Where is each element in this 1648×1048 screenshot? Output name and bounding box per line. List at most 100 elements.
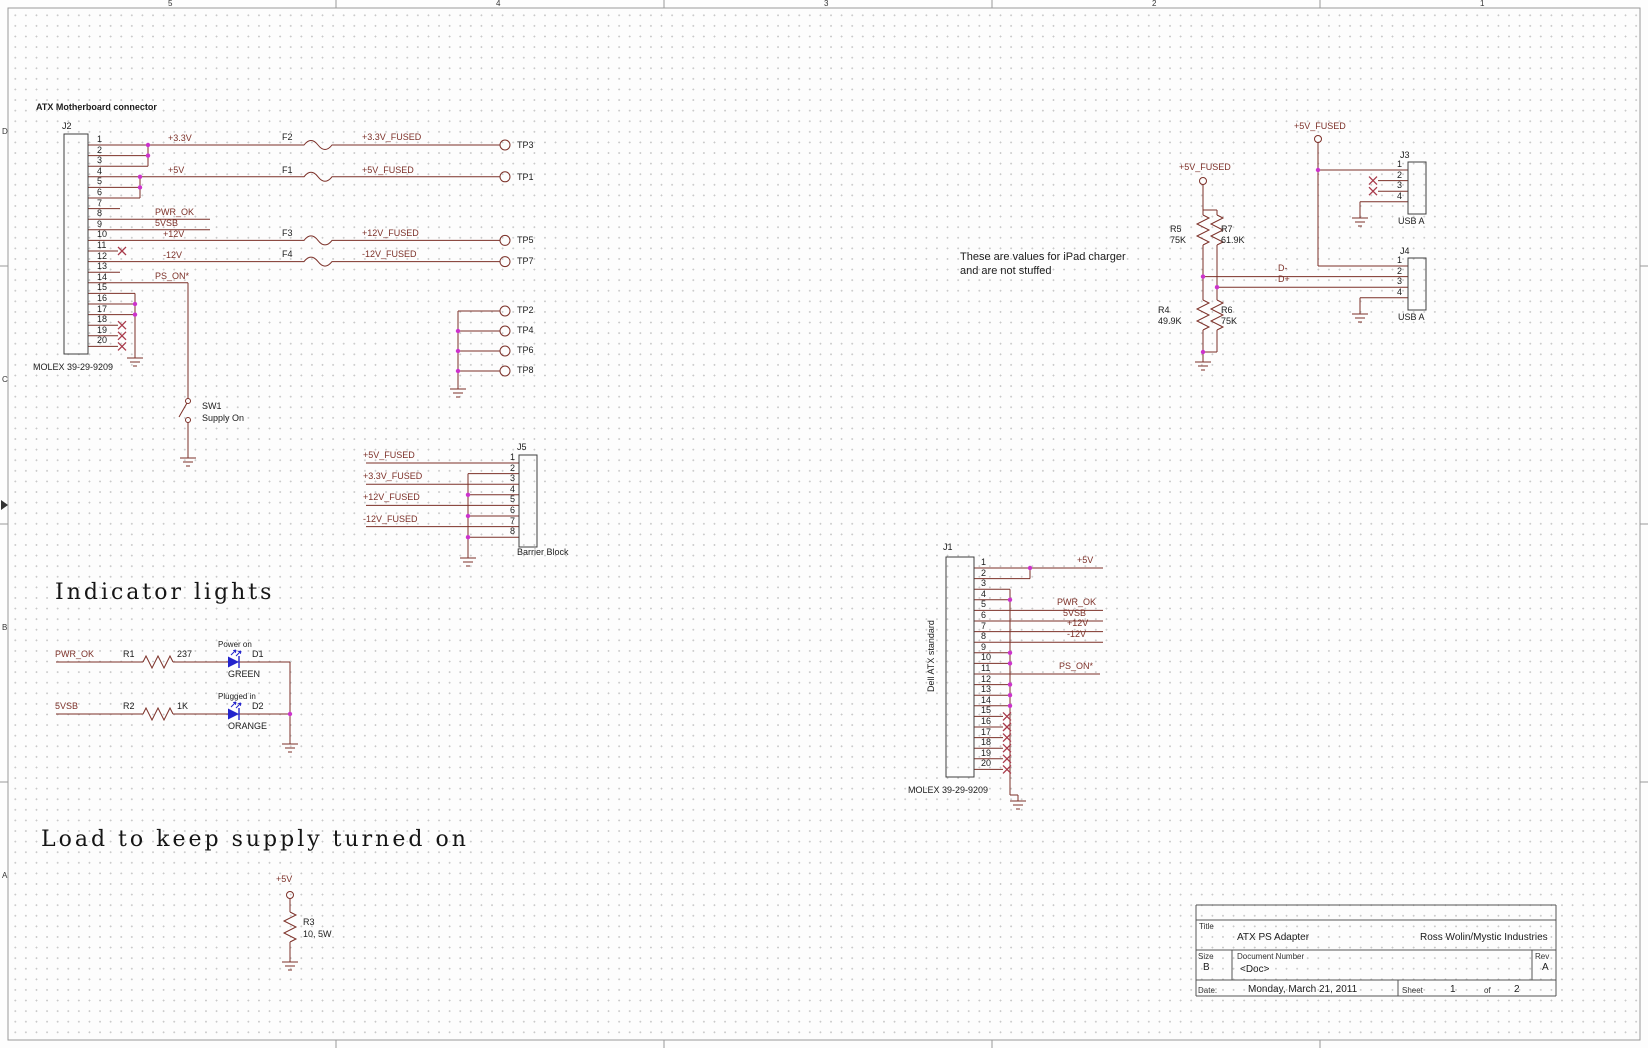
refdes-j1: J1 <box>943 542 953 552</box>
refdes-r2: R2 <box>123 701 135 711</box>
dell-atx-connector-pin-2: 2 <box>981 568 986 578</box>
dell-atx-connector-pin-17: 17 <box>981 727 991 737</box>
frame-column-1: 1 <box>1480 0 1484 8</box>
net-5v: +5V <box>168 165 184 175</box>
schematic-sheet: ATX Motherboard connectorJ2MOLEX 39-29-9… <box>0 0 1648 1048</box>
atx-motherboard-connector-pin-8: 8 <box>97 208 102 218</box>
net-3v3: +3.3V <box>168 133 192 143</box>
dell-atx-connector-pin-9: 9 <box>981 642 986 652</box>
frame-row-A: A <box>2 872 7 880</box>
atx-motherboard-connector-pin-10: 10 <box>97 229 107 239</box>
refdes-f4: F4 <box>282 249 293 259</box>
title-block-sheet: 1 <box>1450 984 1456 995</box>
sw1-caption: Supply On <box>202 413 244 423</box>
usb-charger-pin-3: 3 <box>1388 180 1402 190</box>
net-3v3-fused-j5: +3.3V_FUSED <box>363 471 422 481</box>
dell-atx-connector-pin-4: 4 <box>981 589 986 599</box>
j3-caption: USB A <box>1398 216 1425 226</box>
net-neg12v-j1: -12V <box>1067 629 1086 639</box>
title-block-title: ATX PS Adapter <box>1237 932 1309 943</box>
usb-charger-pin-3: 3 <box>1388 276 1402 286</box>
d2-color: ORANGE <box>228 721 267 731</box>
frame-column-5: 5 <box>168 0 172 8</box>
title-block-size: B <box>1203 962 1210 973</box>
dell-atx-connector-pin-12: 12 <box>981 674 991 684</box>
refdes-tp8: TP8 <box>517 365 534 375</box>
net-12v-fused: +12V_FUSED <box>362 228 419 238</box>
title-block-rev-label: Rev <box>1535 951 1549 962</box>
refdes-d1: D1 <box>252 649 264 659</box>
title-block-size-label: Size <box>1198 951 1214 962</box>
value-r5: 75K <box>1170 235 1186 245</box>
atx-motherboard-connector-pin-15: 15 <box>97 282 107 292</box>
refdes-tp3: TP3 <box>517 140 534 150</box>
barrier-block-pin-3: 3 <box>501 473 515 483</box>
atx-motherboard-connector-pin-1: 1 <box>97 134 102 144</box>
value-r2: 1K <box>177 701 188 711</box>
dell-atx-connector-pin-3: 3 <box>981 578 986 588</box>
title-block-company: Ross Wolin/Mystic Industries <box>1420 932 1548 943</box>
frame-column-2: 2 <box>1152 0 1156 8</box>
barrier-block-pin-1: 1 <box>501 452 515 462</box>
dell-atx-connector-pin-19: 19 <box>981 748 991 758</box>
note-line-2: and are not stuffed <box>960 266 1052 276</box>
net-pwr-ok: PWR_OK <box>155 207 194 217</box>
atx-motherboard-connector-pin-6: 6 <box>97 187 102 197</box>
j4-caption: USB A <box>1398 312 1425 322</box>
net-ps-on: PS_ON* <box>155 271 189 281</box>
atx-motherboard-connector-pin-5: 5 <box>97 176 102 186</box>
atx-motherboard-connector-pin-3: 3 <box>97 155 102 165</box>
title-block-doc-label: Document Number <box>1237 951 1304 962</box>
atx-motherboard-connector-pin-19: 19 <box>97 325 107 335</box>
d2-caption: Plugged in <box>218 692 256 702</box>
refdes-r4: R4 <box>1158 305 1170 315</box>
dell-atx-connector-pin-18: 18 <box>981 737 991 747</box>
net-5v-j1: +5V <box>1077 555 1093 565</box>
section-caption: ATX Motherboard connector <box>36 102 157 112</box>
net-5vsb-ind: 5VSB <box>55 701 78 711</box>
refdes-tp5: TP5 <box>517 235 534 245</box>
refdes-d2: D2 <box>252 701 264 711</box>
refdes-f3: F3 <box>282 228 293 238</box>
j1-caption: Dell ATX standard <box>926 620 936 692</box>
frame-row-B: B <box>2 624 7 632</box>
net-5v-fused-j5: +5V_FUSED <box>363 450 415 460</box>
usb-charger-pin-4: 4 <box>1388 191 1402 201</box>
net-d-minus: D- <box>1278 263 1288 273</box>
usb-charger-pin-4: 4 <box>1388 287 1402 297</box>
atx-motherboard-connector-pin-13: 13 <box>97 261 107 271</box>
net-5v-load: +5V <box>276 874 292 884</box>
refdes-r1: R1 <box>123 649 135 659</box>
value-r1: 237 <box>177 649 192 659</box>
atx-motherboard-connector-pin-2: 2 <box>97 145 102 155</box>
note-line-1: These are values for iPad charger <box>960 252 1126 262</box>
title-block-rev: A <box>1542 962 1549 973</box>
atx-motherboard-connector-pin-4: 4 <box>97 166 102 176</box>
title-block-doc: <Doc> <box>1240 964 1269 975</box>
refdes-tp2: TP2 <box>517 305 534 315</box>
net-ps-on-j1: PS_ON* <box>1059 661 1093 671</box>
net-d-plus: D+ <box>1278 274 1290 284</box>
atx-motherboard-connector-pin-16: 16 <box>97 293 107 303</box>
section-title: Load to keep supply turned on <box>41 828 469 852</box>
value-r4: 49.9K <box>1158 316 1182 326</box>
refdes-tp1: TP1 <box>517 172 534 182</box>
dell-atx-connector-pin-14: 14 <box>981 695 991 705</box>
refdes-tp4: TP4 <box>517 325 534 335</box>
barrier-block-pin-4: 4 <box>501 484 515 494</box>
text-overlay: ATX Motherboard connectorJ2MOLEX 39-29-9… <box>0 0 1648 1048</box>
barrier-block-pin-8: 8 <box>501 526 515 536</box>
usb-charger-pin-2: 2 <box>1388 170 1402 180</box>
barrier-block-pin-5: 5 <box>501 494 515 504</box>
atx-motherboard-connector-pin-20: 20 <box>97 335 107 345</box>
barrier-block-pin-6: 6 <box>501 505 515 515</box>
d1-caption: Power on <box>218 640 252 650</box>
refdes-f2: F2 <box>282 132 293 142</box>
net-pwr-ok-j1: PWR_OK <box>1057 597 1096 607</box>
net-12v-j1: +12V <box>1067 618 1088 628</box>
atx-motherboard-connector-pin-14: 14 <box>97 272 107 282</box>
value-r6: 75K <box>1221 316 1237 326</box>
value-r3: 10, 5W <box>303 929 332 939</box>
d1-color: GREEN <box>228 669 260 679</box>
dell-atx-connector-pin-11: 11 <box>981 663 990 673</box>
